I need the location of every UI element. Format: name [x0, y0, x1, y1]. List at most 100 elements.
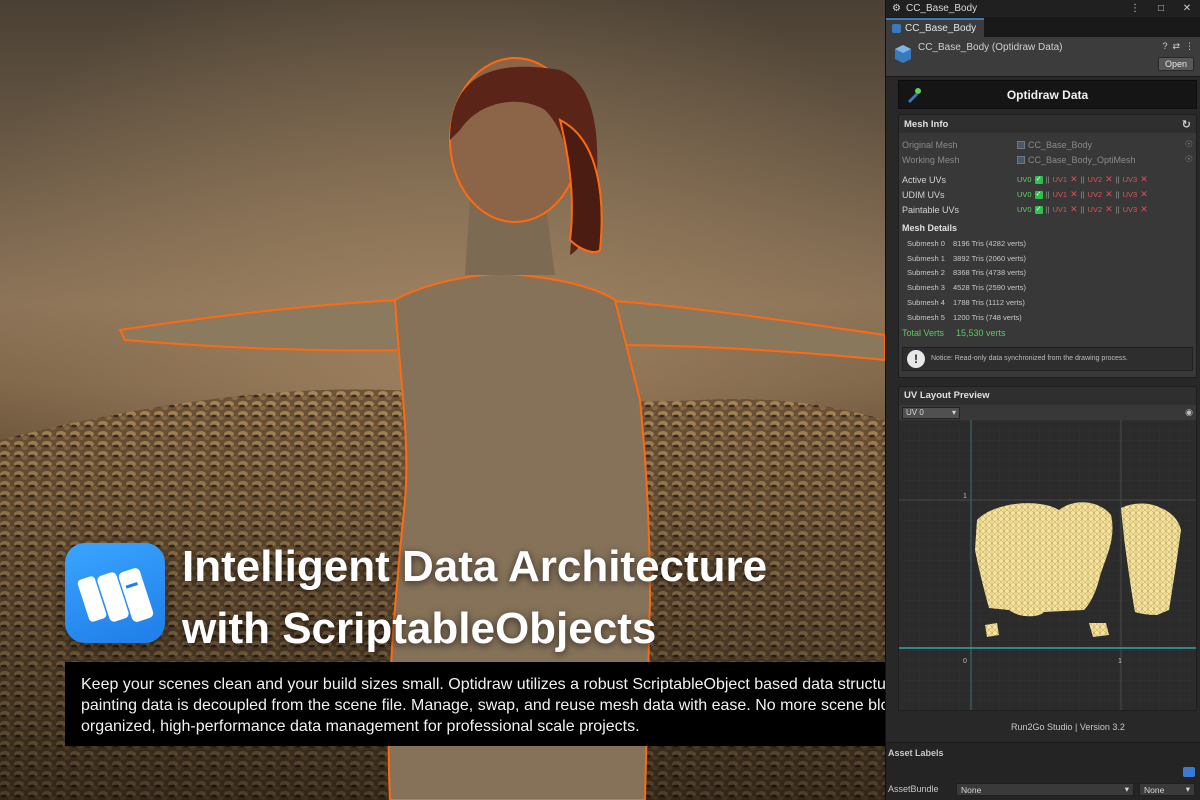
- refresh-icon[interactable]: ↻: [1182, 118, 1191, 131]
- studio-version: Run2Go Studio | Version 3.2: [1011, 722, 1125, 732]
- working-mesh-row: Working Mesh CC_Base_Body_OptiMesh ☉: [899, 152, 1196, 167]
- readonly-notice: ! Notice: Read-only data synchronized fr…: [902, 346, 1193, 371]
- uv2-label: UV2: [1087, 205, 1103, 214]
- check-icon: ✓: [1034, 175, 1043, 184]
- mesh-details-heading: Mesh Details: [902, 223, 958, 233]
- uv-channel-dropdown[interactable]: UV 0 ▾: [902, 406, 960, 419]
- separator: ||: [1080, 175, 1085, 184]
- settings-icon[interactable]: ⇄: [1172, 41, 1180, 52]
- uv-axis-x0-label: 0: [963, 658, 967, 665]
- mesh-info-section: Mesh Info ↻ Original Mesh CC_Base_Body ☉…: [898, 114, 1197, 378]
- open-button[interactable]: Open: [1157, 57, 1194, 71]
- submesh-info: 8196 Tris (4282 verts): [953, 238, 1026, 248]
- eye-icon[interactable]: ◉: [1185, 407, 1193, 418]
- mesh-icon: [1017, 155, 1025, 164]
- mesh-info-heading: Mesh Info: [904, 118, 949, 130]
- inspector-tabbar: CC_Base_Body: [886, 17, 1200, 37]
- unity-icon: ⚙: [892, 3, 901, 14]
- asset-title: CC_Base_Body (Optidraw Data): [918, 42, 1063, 53]
- cross-icon: ✕: [1105, 189, 1113, 199]
- submesh-name: Submesh 4: [907, 298, 945, 308]
- uv0-label: UV0: [1017, 190, 1032, 199]
- chevron-down-icon: ▾: [1124, 784, 1129, 794]
- uv3-label: UV3: [1122, 190, 1138, 199]
- mesh-icon: [1017, 140, 1025, 149]
- submesh-name: Submesh 0: [907, 238, 945, 248]
- object-picker-icon[interactable]: ☉: [1185, 154, 1193, 165]
- object-picker-icon[interactable]: ☉: [1185, 139, 1193, 150]
- separator: ||: [1115, 205, 1120, 214]
- uv1-label: UV1: [1052, 190, 1068, 199]
- submesh-row: Submesh 2 8368 Tris (4738 verts): [899, 266, 1196, 281]
- uv2-label: UV2: [1087, 190, 1103, 199]
- separator: ||: [1045, 190, 1050, 199]
- uv3-label: UV3: [1122, 205, 1138, 214]
- headline-line-2: with ScriptableObjects: [182, 604, 657, 653]
- uv-layout-canvas[interactable]: 1 0 1: [899, 419, 1196, 710]
- separator: ||: [1080, 205, 1085, 214]
- variant-value: None: [1144, 784, 1165, 795]
- headline: Intelligent Data Architecture with Scrip…: [182, 536, 767, 660]
- cross-icon: ✕: [1070, 174, 1078, 184]
- paintable-uvs-label: Paintable UVs: [902, 204, 960, 215]
- uv-axis-x1-label: 1: [1118, 658, 1122, 665]
- window-titlebar[interactable]: ⚙ CC_Base_Body ⋮ □ ✕: [886, 0, 1200, 17]
- assetbundle-dropdown[interactable]: None ▾: [956, 783, 1134, 796]
- maximize-icon[interactable]: □: [1148, 3, 1174, 14]
- submesh-info: 1788 Tris (1112 verts): [953, 298, 1025, 308]
- version-footer: Run2Go Studio | Version 3.2: [898, 718, 1197, 736]
- submesh-row: Submesh 5 1200 Tris (748 verts): [899, 310, 1196, 325]
- tab-label: CC_Base_Body: [905, 23, 977, 34]
- scriptable-object-icon: [895, 45, 911, 63]
- total-verts-value: 15,530 verts: [956, 327, 1006, 338]
- active-uvs-row: Active UVs UV0 ✓ || UV1 ✕ || UV2 ✕ || UV3 ✕: [899, 172, 1196, 187]
- help-icon[interactable]: ?: [1162, 41, 1167, 52]
- more-options-icon[interactable]: ⋮: [1122, 3, 1148, 14]
- cross-icon: ✕: [1105, 174, 1113, 184]
- headline-line-1: Intelligent Data Architecture: [182, 542, 768, 591]
- original-mesh-value: CC_Base_Body: [1028, 139, 1093, 150]
- working-mesh-value: CC_Base_Body_OptiMesh: [1028, 154, 1136, 165]
- submesh-info: 3892 Tris (2060 verts): [953, 253, 1026, 263]
- check-icon: ✓: [1034, 205, 1043, 214]
- separator: ||: [1045, 175, 1050, 184]
- uv3-label: UV3: [1122, 175, 1138, 184]
- uv1-label: UV1: [1052, 205, 1068, 214]
- label-tag-icon[interactable]: [1183, 767, 1195, 777]
- total-verts-label: Total Verts: [902, 327, 945, 338]
- close-icon[interactable]: ✕: [1174, 3, 1200, 14]
- mesh-info-header[interactable]: Mesh Info ↻: [899, 115, 1196, 133]
- asset-labels-heading: Asset Labels: [888, 748, 944, 758]
- original-mesh-label: Original Mesh: [902, 139, 958, 150]
- tab-cc-base-body[interactable]: CC_Base_Body: [886, 18, 985, 37]
- cross-icon: ✕: [1070, 189, 1078, 199]
- optidraw-panel: Optidraw Data Mesh Info ↻ Original Mesh …: [898, 80, 1197, 711]
- cross-icon: ✕: [1070, 204, 1078, 214]
- menu-icon[interactable]: ⋮: [1185, 41, 1194, 52]
- uv-preview-header[interactable]: UV Layout Preview: [899, 386, 1196, 405]
- submesh-row: Submesh 4 1788 Tris (1112 verts): [899, 295, 1196, 310]
- separator: ||: [1115, 190, 1120, 199]
- uv-channel-status: UV0 ✓ || UV1 ✕ || UV2 ✕ || UV3 ✕: [1017, 174, 1148, 185]
- uv-axis-y1-label: 1: [963, 493, 967, 500]
- optidraw-app-logo: [65, 543, 165, 643]
- uv1-label: UV1: [1052, 175, 1068, 184]
- chevron-down-icon: ▾: [1185, 784, 1190, 794]
- separator: ||: [1080, 190, 1085, 199]
- submesh-name: Submesh 5: [907, 312, 945, 322]
- uv2-label: UV2: [1087, 175, 1103, 184]
- uv-channel-status: UV0 ✓ || UV1 ✕ || UV2 ✕ || UV3 ✕: [1017, 204, 1148, 215]
- optidraw-header: Optidraw Data: [898, 80, 1197, 109]
- submesh-row: Submesh 1 3892 Tris (2060 verts): [899, 251, 1196, 266]
- separator: ||: [1045, 205, 1050, 214]
- uv-channel-status: UV0 ✓ || UV1 ✕ || UV2 ✕ || UV3 ✕: [1017, 189, 1148, 200]
- total-verts-row: Total Verts 15,530 verts: [899, 325, 1196, 341]
- chevron-down-icon: ▾: [951, 408, 956, 418]
- check-icon: ✓: [1034, 190, 1043, 199]
- uv0-label: UV0: [1017, 205, 1032, 214]
- separator: ||: [1115, 175, 1120, 184]
- submesh-info: 4528 Tris (2590 verts): [953, 283, 1026, 293]
- inspector-tab-icon: [892, 24, 901, 33]
- submesh-info: 8368 Tris (4738 verts): [953, 268, 1026, 278]
- variant-dropdown[interactable]: None ▾: [1139, 783, 1195, 796]
